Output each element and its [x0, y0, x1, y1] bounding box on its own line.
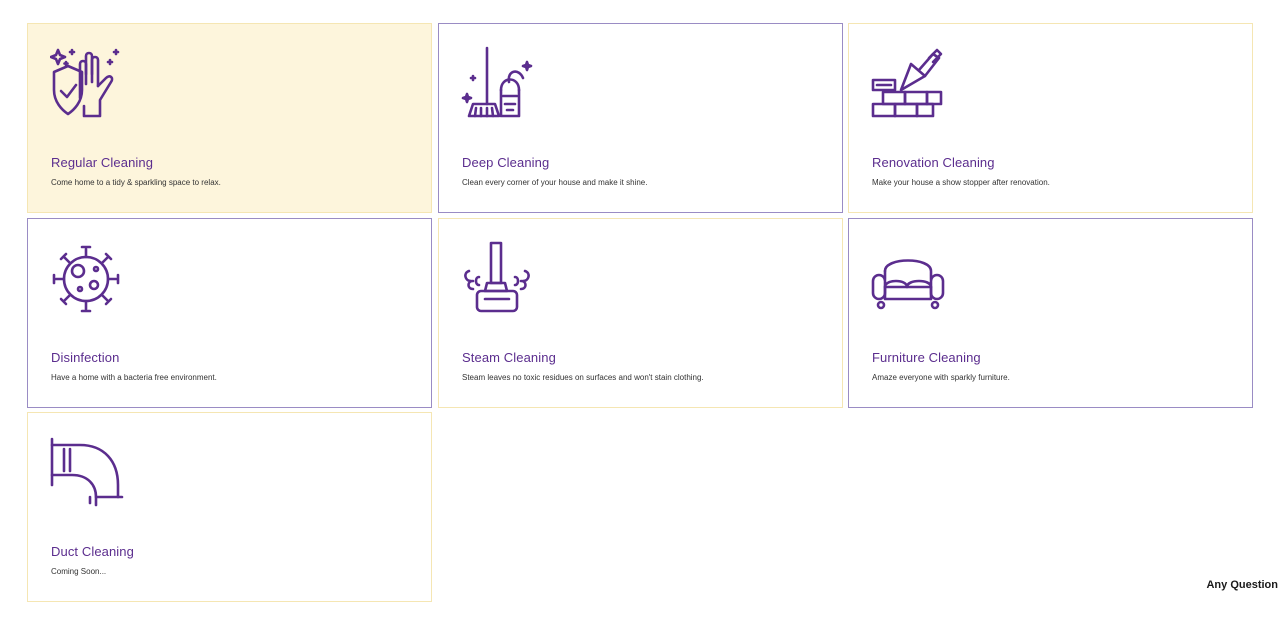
service-card-disinfection[interactable]: Disinfection Have a home with a bacteria…	[27, 218, 432, 408]
service-description: Steam leaves no toxic residues on surfac…	[462, 373, 704, 382]
service-title: Renovation Cleaning	[872, 155, 995, 170]
service-card-renovation-cleaning[interactable]: Renovation Cleaning Make your house a sh…	[848, 23, 1253, 213]
service-title: Deep Cleaning	[462, 155, 550, 170]
steam-mop-icon	[461, 241, 535, 315]
virus-icon	[50, 241, 124, 315]
service-title: Steam Cleaning	[462, 350, 556, 365]
service-title: Regular Cleaning	[51, 155, 154, 170]
service-card-duct-cleaning[interactable]: Duct Cleaning Coming Soon...	[27, 412, 432, 602]
service-card-regular-cleaning[interactable]: Regular Cleaning Come home to a tidy & s…	[27, 23, 432, 213]
service-title: Duct Cleaning	[51, 544, 134, 559]
any-question-link[interactable]: Any Question	[1206, 579, 1278, 591]
service-card-steam-cleaning[interactable]: Steam Cleaning Steam leaves no toxic res…	[438, 218, 843, 408]
duct-pipe-icon	[50, 435, 124, 509]
service-description: Clean every corner of your house and mak…	[462, 178, 648, 187]
service-title: Furniture Cleaning	[872, 350, 981, 365]
service-title: Disinfection	[51, 350, 120, 365]
service-card-furniture-cleaning[interactable]: Furniture Cleaning Amaze everyone with s…	[848, 218, 1253, 408]
sofa-icon	[871, 241, 945, 315]
broom-bucket-icon	[461, 46, 535, 120]
service-card-deep-cleaning[interactable]: Deep Cleaning Clean every corner of your…	[438, 23, 843, 213]
service-description: Make your house a show stopper after ren…	[872, 178, 1050, 187]
service-description: Have a home with a bacteria free environ…	[51, 373, 217, 382]
service-description: Come home to a tidy & sparkling space to…	[51, 178, 221, 187]
shield-hand-icon	[50, 46, 124, 120]
bricks-trowel-icon	[871, 46, 945, 120]
service-description: Amaze everyone with sparkly furniture.	[872, 373, 1010, 382]
service-description: Coming Soon...	[51, 567, 107, 576]
